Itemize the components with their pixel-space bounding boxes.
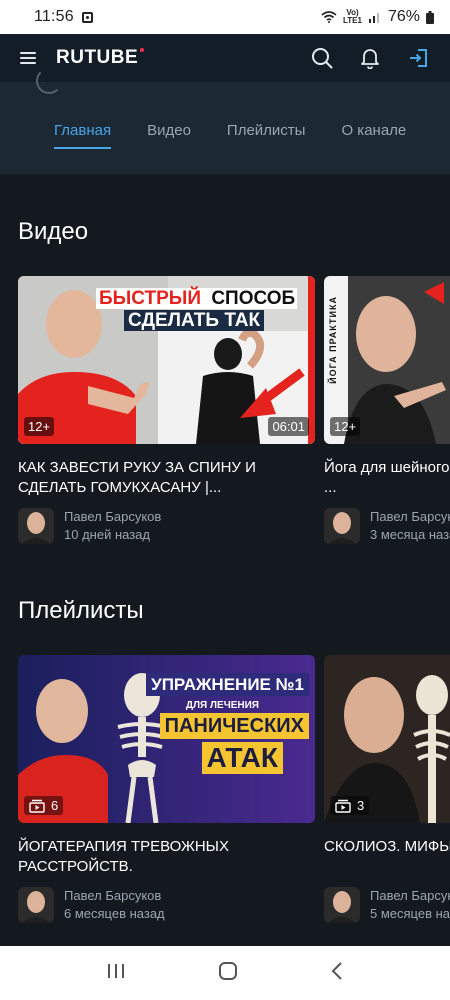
battery-text: 76% — [387, 8, 420, 25]
video-thumbnail[interactable]: ЙОГА ПРАКТИКА 12+ — [324, 276, 450, 444]
videos-row: БЫСТРЫЙ СПОСОБ СДЕЛАТЬ ТАК 12+ 06:01 КАК… — [18, 276, 450, 556]
tab-playlists[interactable]: Плейлисты — [227, 122, 306, 149]
playlist-thumbnail[interactable]: 3 — [324, 655, 450, 823]
meta-texts: Павел Барсуков 3 месяца назад — [370, 508, 450, 544]
notification-icon — [81, 11, 93, 23]
recent-apps-icon — [108, 963, 124, 978]
playlist-meta: Павел Барсуков 6 месяцев назад — [18, 887, 315, 923]
video-meta: Павел Барсуков 3 месяца назад — [324, 508, 450, 544]
thumb-vertical-caption: ЙОГА ПРАКТИКА — [328, 296, 338, 384]
channel-tabs: Главная Видео Плейлисты О канале — [54, 122, 406, 149]
tab-about[interactable]: О канале — [341, 122, 406, 149]
author-avatar[interactable] — [324, 887, 360, 923]
duration-badge: 06:01 — [268, 417, 309, 436]
playlist-title[interactable]: ЙОГАТЕРАПИЯ ТРЕВОЖНЫХ РАССТРОЙСТВ. — [18, 837, 315, 877]
signal-icon — [368, 13, 379, 23]
avatar-art — [18, 508, 54, 544]
thumb-caption-line1-bold: БЫСТРЫЙ — [96, 288, 205, 309]
playlist-icon — [335, 799, 351, 813]
thumb-caption: БЫСТРЫЙ СПОСОБ СДЕЛАТЬ ТАК — [96, 288, 298, 332]
channel-avatar[interactable] — [36, 68, 62, 94]
playlist-count-badge: 6 — [24, 796, 64, 815]
system-nav-bar — [0, 946, 450, 1000]
author-avatar[interactable] — [324, 508, 360, 544]
recent-apps-button[interactable] — [106, 963, 126, 984]
playlist-meta: Павел Барсуков 5 месяцев назад — [324, 887, 450, 923]
meta-texts: Павел Барсуков 6 месяцев назад — [64, 887, 165, 923]
playlist-card[interactable]: 3 СКОЛИОЗ. МИФЫ И РЕАЛЬНОСТЬ Павел Барсу… — [324, 655, 450, 923]
author-avatar[interactable] — [18, 508, 54, 544]
status-time: 11:56 — [34, 8, 74, 25]
playlists-section-title[interactable]: Плейлисты — [18, 597, 144, 625]
rutube-logo[interactable]: RUTUBE — [56, 47, 145, 69]
playlists-row: УПРАЖНЕНИЕ №1 ДЛЯ ЛЕЧЕНИЯ ПАНИЧЕСКИХ АТА… — [18, 655, 450, 935]
publish-date: 3 месяца назад — [370, 527, 450, 542]
login-button[interactable] — [406, 46, 430, 70]
status-right: Vo) LTE1 76% — [321, 8, 434, 26]
avatar-art — [324, 887, 360, 923]
author-name[interactable]: Павел Барсуков — [370, 508, 450, 526]
age-rating-badge: 12+ — [24, 417, 55, 436]
avatar-art — [18, 887, 54, 923]
playlist-thumbnail[interactable]: УПРАЖНЕНИЕ №1 ДЛЯ ЛЕЧЕНИЯ ПАНИЧЕСКИХ АТА… — [18, 655, 315, 823]
video-title[interactable]: Йога для шейного отдела позвоночника | .… — [324, 458, 450, 498]
video-card[interactable]: БЫСТРЫЙ СПОСОБ СДЕЛАТЬ ТАК 12+ 06:01 КАК… — [18, 276, 315, 544]
video-thumbnail[interactable]: БЫСТРЫЙ СПОСОБ СДЕЛАТЬ ТАК 12+ 06:01 — [18, 276, 315, 444]
tab-videos[interactable]: Видео — [147, 122, 191, 149]
thumb-caption-line1-rest: СПОСОБ — [204, 288, 298, 309]
back-icon — [331, 961, 342, 980]
video-meta: Павел Барсуков 10 дней назад — [18, 508, 315, 544]
thumb-caption-line3: ПАНИЧЕСКИХ — [159, 713, 309, 739]
network-type: Vo) LTE1 — [343, 8, 362, 25]
playlist-card[interactable]: УПРАЖНЕНИЕ №1 ДЛЯ ЛЕЧЕНИЯ ПАНИЧЕСКИХ АТА… — [18, 655, 315, 923]
playlist-count-badge: 3 — [330, 796, 370, 815]
thumb-caption-line2: СДЕЛАТЬ ТАК — [124, 310, 265, 331]
home-icon — [219, 961, 237, 980]
login-icon — [410, 49, 427, 67]
playlist-title[interactable]: СКОЛИОЗ. МИФЫ И РЕАЛЬНОСТЬ — [324, 837, 450, 877]
meta-texts: Павел Барсуков 5 месяцев назад — [370, 887, 450, 923]
playlist-count: 6 — [51, 798, 59, 813]
app-header: RUTUBE — [0, 34, 450, 82]
thumb-caption-line2: ДЛЯ ЛЕЧЕНИЯ — [185, 700, 259, 711]
battery-icon — [426, 10, 434, 24]
thumb-caption-line1: УПРАЖНЕНИЕ №1 — [146, 673, 309, 696]
publish-date: 6 месяцев назад — [64, 906, 165, 921]
home-button[interactable] — [218, 961, 238, 986]
bell-icon — [361, 49, 379, 69]
back-button[interactable] — [330, 961, 344, 986]
thumb-caption: УПРАЖНЕНИЕ №1 ДЛЯ ЛЕЧЕНИЯ ПАНИЧЕСКИХ АТА… — [146, 673, 309, 774]
author-name[interactable]: Павел Барсуков — [64, 887, 165, 905]
search-icon — [312, 48, 333, 69]
header-actions — [310, 46, 430, 70]
author-name[interactable]: Павел Барсуков — [64, 508, 161, 526]
video-title[interactable]: КАК ЗАВЕСТИ РУКУ ЗА СПИНУ И СДЕЛАТЬ ГОМУ… — [18, 458, 315, 498]
search-button[interactable] — [310, 46, 334, 70]
publish-date: 5 месяцев назад — [370, 906, 450, 921]
playlist-icon — [29, 799, 45, 813]
publish-date: 10 дней назад — [64, 527, 150, 542]
tab-home[interactable]: Главная — [54, 122, 112, 149]
status-bar: 11:56 Vo) LTE1 76% — [0, 0, 450, 34]
menu-icon[interactable] — [20, 52, 36, 64]
meta-texts: Павел Барсуков 10 дней назад — [64, 508, 161, 544]
videos-section-title[interactable]: Видео — [18, 218, 88, 246]
channel-tabs-strip: Главная Видео Плейлисты О канале — [0, 68, 450, 174]
thumb-caption-line4: АТАК — [201, 742, 283, 774]
avatar-art — [324, 508, 360, 544]
wifi-icon — [321, 11, 337, 23]
author-avatar[interactable] — [18, 887, 54, 923]
playlist-count: 3 — [357, 798, 365, 813]
video-card[interactable]: ЙОГА ПРАКТИКА 12+ Йога для шейного отдел… — [324, 276, 450, 544]
notifications-button[interactable] — [358, 46, 382, 70]
author-name[interactable]: Павел Барсуков — [370, 887, 450, 905]
age-rating-badge: 12+ — [330, 417, 361, 436]
